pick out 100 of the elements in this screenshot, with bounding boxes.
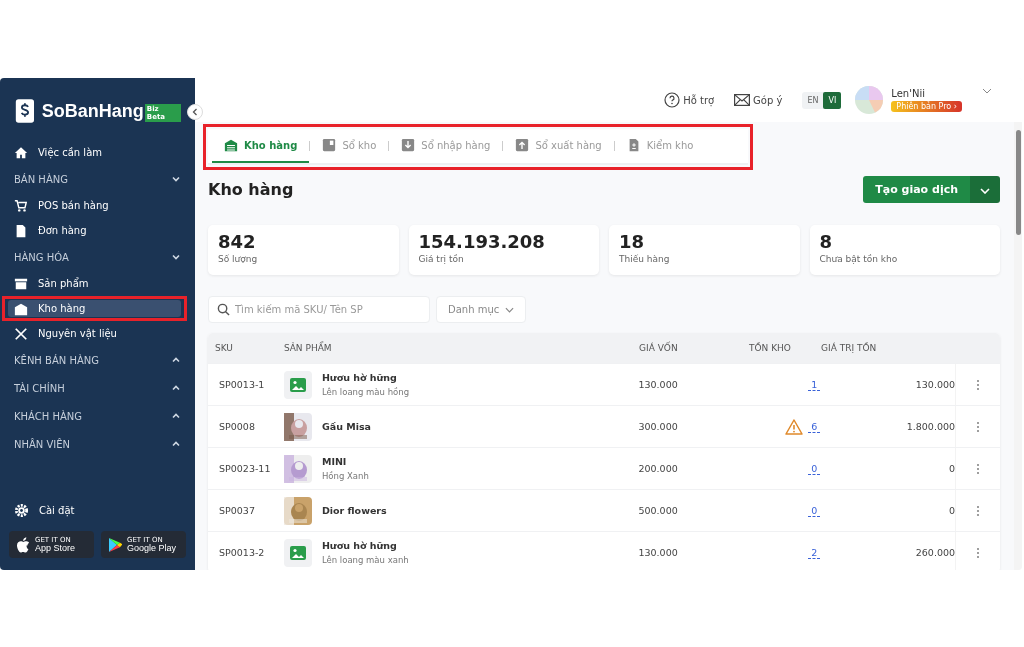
user-name: Len'Nii xyxy=(891,88,926,99)
avatar-icon[interactable] xyxy=(855,86,884,114)
nav-item[interactable]: Việc cần làm xyxy=(8,144,181,161)
warehouse-icon xyxy=(14,301,28,316)
dropdown-button[interactable] xyxy=(970,176,1000,203)
nav-section[interactable]: TÀI CHÍNH xyxy=(0,374,195,402)
box-icon xyxy=(14,276,28,291)
chevron-down-icon xyxy=(505,306,515,313)
feedback-link[interactable]: Góp ý xyxy=(734,94,783,106)
table-cell-text: 130.000 xyxy=(638,379,679,390)
more-icon[interactable] xyxy=(976,420,981,433)
help-icon xyxy=(664,92,681,108)
table-cell-text: SP0023-11 xyxy=(218,463,272,474)
more-icon[interactable] xyxy=(976,504,981,517)
page-title: Kho hàng xyxy=(208,180,294,199)
stat-label: Chưa bật tồn kho xyxy=(819,254,899,264)
nav-section[interactable]: KÊNH BÁN HÀNG xyxy=(0,346,195,374)
logo-text: SoBanHang xyxy=(41,100,144,122)
stock-link[interactable]: 2 xyxy=(808,546,821,559)
product-name: Hươu hờ hững xyxy=(321,540,398,551)
image-placeholder-icon xyxy=(283,538,312,567)
product-variant: Lên loang màu hồng xyxy=(321,387,410,397)
document-icon xyxy=(14,223,28,238)
cross-tools-icon xyxy=(14,326,28,341)
table-cell-text: 500.000 xyxy=(638,505,679,516)
help-link[interactable]: Hỗ trợ xyxy=(664,92,715,108)
table-cell-text: 1.800.000 xyxy=(905,421,956,432)
column-header: TỒN KHO xyxy=(749,343,792,353)
settings-item[interactable]: Cài đặt xyxy=(0,499,195,521)
upload-icon xyxy=(515,138,530,152)
more-icon[interactable] xyxy=(976,462,981,475)
product-variant: Hồng Xanh xyxy=(321,471,369,481)
column-header: GIÁ VỐN xyxy=(639,343,679,353)
nav-item[interactable]: Kho hàng xyxy=(8,300,181,317)
product-variant: Lên loang màu xanh xyxy=(321,555,409,565)
category-dropdown[interactable]: Danh mục xyxy=(436,296,527,323)
chevron-down-icon xyxy=(171,252,181,262)
tab[interactable]: Kho hàng xyxy=(212,129,310,163)
chevron-up-icon xyxy=(171,383,181,393)
stock-link[interactable]: 1 xyxy=(808,378,821,391)
table-cell-text: SP0013-2 xyxy=(218,547,266,558)
plan-badge[interactable]: Phiên bản Pro › xyxy=(891,101,962,112)
language-toggle[interactable]: VI xyxy=(823,91,842,109)
image-placeholder-icon xyxy=(283,370,312,399)
cart-icon xyxy=(14,198,28,213)
product-name: Hươu hờ hững xyxy=(321,372,398,383)
nav-item[interactable]: Đơn hàng xyxy=(8,222,181,239)
nav-section[interactable]: BÁN HÀNG xyxy=(0,165,195,193)
stat-label: Giá trị tồn xyxy=(418,254,465,264)
column-header: SKU xyxy=(214,343,234,353)
create-transaction-button[interactable]: Tạo giao dịch xyxy=(863,176,970,203)
settings-icon xyxy=(14,502,29,518)
home-icon xyxy=(14,145,28,160)
envelope-icon xyxy=(734,94,751,106)
apple-icon xyxy=(16,536,30,553)
chevron-down-icon xyxy=(980,188,990,194)
more-icon[interactable] xyxy=(976,378,981,391)
table-cell-text: SP0008 xyxy=(218,421,256,432)
stat-value: 18 xyxy=(619,231,646,252)
scrollbar[interactable] xyxy=(1014,122,1022,570)
product-name: Gấu Misa xyxy=(321,421,371,432)
play-triangle-icon xyxy=(108,536,122,553)
chevron-down-icon xyxy=(171,174,181,184)
product-name: MINI xyxy=(321,456,348,467)
chevron-up-icon xyxy=(171,411,181,421)
nav-section[interactable]: KHÁCH HÀNG xyxy=(0,402,195,430)
language-toggle[interactable]: EN xyxy=(802,91,824,109)
table-cell-text: 260.000 xyxy=(914,547,956,558)
book-icon xyxy=(322,138,337,152)
download-icon xyxy=(401,138,416,152)
stock-link[interactable]: 0 xyxy=(808,504,821,517)
search-field[interactable]: Tìm kiếm mã SKU/ Tên SP xyxy=(208,296,430,323)
nav-item[interactable]: Sản phẩm xyxy=(8,275,181,292)
column-header: GIÁ TRỊ TỒN xyxy=(821,343,878,353)
nav-section[interactable]: NHÂN VIÊN xyxy=(0,430,195,458)
stat-value: 154.193.208 xyxy=(418,231,546,252)
more-icon[interactable] xyxy=(976,546,981,559)
stock-link[interactable]: 6 xyxy=(808,420,821,433)
chevron-up-icon xyxy=(171,439,181,449)
warehouse-icon xyxy=(224,138,238,152)
stat-label: Số lượng xyxy=(218,254,259,264)
table-cell-text: 0 xyxy=(948,463,956,474)
nav-item[interactable]: Nguyên vật liệu xyxy=(8,325,181,342)
nav-section[interactable]: HÀNG HÓA xyxy=(0,243,195,271)
chevron-down-icon[interactable] xyxy=(982,88,992,94)
stock-link[interactable]: 0 xyxy=(808,462,821,475)
table-cell-text: 300.000 xyxy=(638,421,679,432)
stat-value: 842 xyxy=(218,231,257,252)
logo-icon xyxy=(14,98,36,124)
search-icon xyxy=(217,303,230,316)
table-cell-text: 130.000 xyxy=(638,547,679,558)
chevron-left-icon xyxy=(192,108,198,116)
nav-item[interactable]: POS bán hàng xyxy=(8,197,181,214)
stat-label: Thiếu hàng xyxy=(619,254,671,264)
table-cell-text: 200.000 xyxy=(638,463,679,474)
table-cell-text: 130.000 xyxy=(914,379,956,390)
product-name: Dior flowers xyxy=(321,505,387,516)
collapse-button[interactable] xyxy=(187,104,203,120)
column-header: SẢN PHẨM xyxy=(284,343,333,353)
table-cell-text: 0 xyxy=(948,505,956,516)
